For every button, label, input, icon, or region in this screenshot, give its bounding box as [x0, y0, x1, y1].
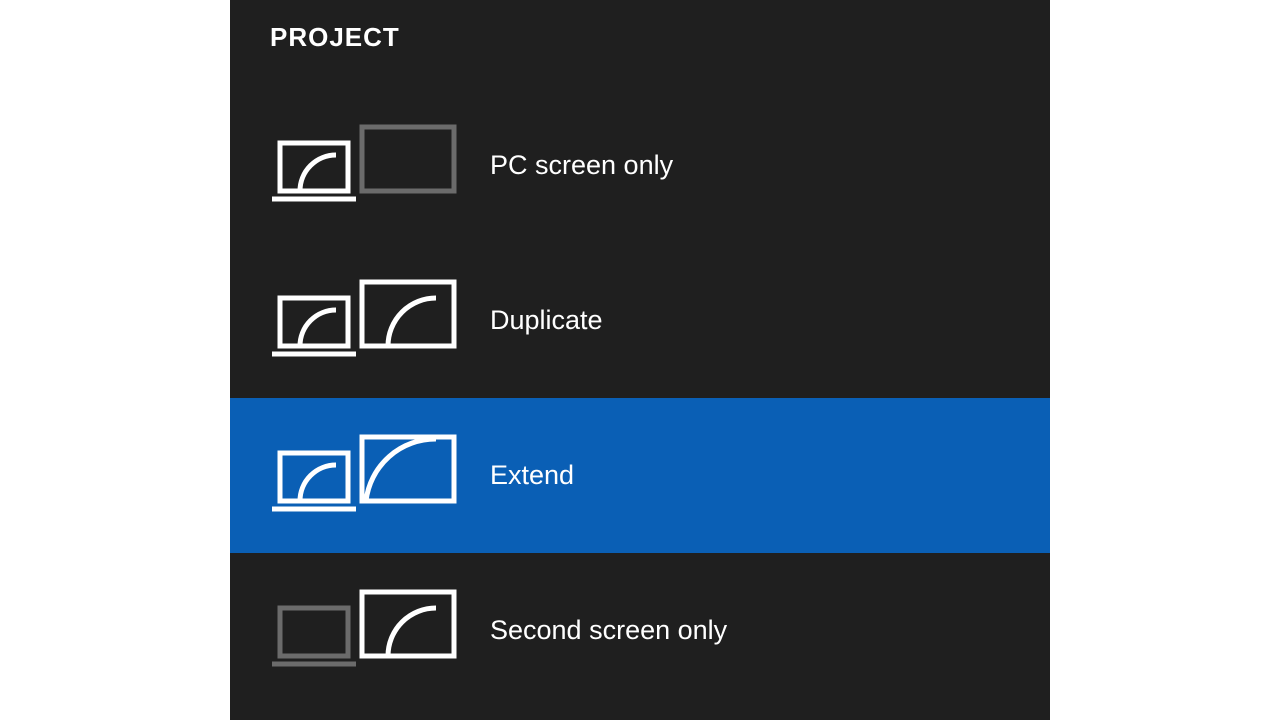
option-label: Second screen only — [490, 615, 727, 646]
panel-title: PROJECT — [270, 22, 1050, 53]
second-screen-only-icon — [270, 586, 460, 676]
extend-icon — [270, 431, 460, 521]
option-second-screen-only[interactable]: Second screen only — [230, 553, 1050, 708]
option-duplicate[interactable]: Duplicate — [230, 243, 1050, 398]
duplicate-icon — [270, 276, 460, 366]
pc-screen-only-icon — [270, 121, 460, 211]
option-label: Duplicate — [490, 305, 603, 336]
option-label: Extend — [490, 460, 574, 491]
option-pc-screen-only[interactable]: PC screen only — [230, 88, 1050, 243]
option-label: PC screen only — [490, 150, 673, 181]
option-extend[interactable]: Extend — [230, 398, 1050, 553]
project-panel: PROJECT PC screen only — [230, 0, 1050, 720]
